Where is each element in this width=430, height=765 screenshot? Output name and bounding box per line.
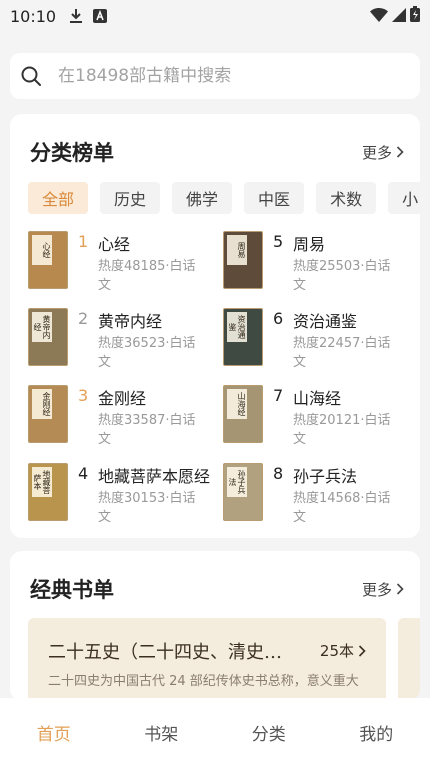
cover-label: 山海经 [227, 389, 247, 419]
book-cover: 孙子兵法 [223, 463, 263, 521]
cover-label: 周易 [227, 235, 247, 265]
book-cover: 周易 [223, 231, 263, 289]
book-cover: 山海经 [223, 385, 263, 443]
chip-tcm[interactable]: 中医 [244, 182, 305, 214]
classic-more-link[interactable]: 更多 [362, 579, 404, 600]
cover-label: 金刚经 [32, 389, 52, 419]
ranking-more-link[interactable]: 更多 [362, 142, 404, 163]
rank-item[interactable]: 资治通鉴 6 资治通鉴 热度22457·白话文 [223, 308, 413, 372]
chip-buddhism[interactable]: 佛学 [172, 182, 233, 214]
classic-more-label: 更多 [361, 580, 392, 599]
tab-profile[interactable]: 我的 [323, 720, 430, 745]
book-cover: 黄帝内经 [28, 308, 68, 366]
rank-number: 5 [273, 232, 284, 251]
booklist-banner-next[interactable] [398, 618, 420, 701]
category-chips: 全部 历史 佛学 中医 术数 小 [28, 182, 420, 214]
status-time: 10:10 [10, 6, 57, 26]
rank-item[interactable]: 山海经 7 山海经 热度20121·白话文 [223, 385, 413, 449]
book-title: 心经 [98, 235, 131, 254]
book-title: 资治通鉴 [293, 312, 358, 331]
ranking-header: 分类榜单 更多 [30, 136, 404, 168]
booklist-count: 25本 [320, 640, 366, 661]
a-badge-icon [92, 8, 108, 24]
chevron-right-icon [358, 644, 366, 657]
book-meta: 热度22457·白话文 [293, 336, 391, 370]
book-cover: 地藏菩萨本 [28, 463, 68, 521]
ranking-card: 分类榜单 更多 全部 历史 佛学 中医 术数 小 心经 1 心经 热度48185… [10, 114, 420, 538]
rank-number: 1 [78, 232, 89, 251]
book-title: 周易 [293, 235, 326, 254]
booklist-count-label: 25本 [319, 642, 354, 660]
tab-category[interactable]: 分类 [215, 720, 323, 745]
rank-number: 2 [78, 309, 89, 328]
rank-number: 6 [273, 309, 284, 328]
cover-label: 孙子兵法 [227, 467, 247, 497]
book-meta: 热度48185·白话文 [98, 259, 196, 293]
rank-item[interactable]: 金刚经 3 金刚经 热度33587·白话文 [28, 385, 218, 449]
rank-item[interactable]: 周易 5 周易 热度25503·白话文 [223, 231, 413, 295]
rank-item[interactable]: 地藏菩萨本 4 地藏菩萨本愿经 热度30153·白话文 [28, 463, 218, 527]
rank-item[interactable]: 孙子兵法 8 孙子兵法 热度14568·白话文 [223, 463, 413, 527]
battery-icon [410, 6, 420, 26]
booklist-banner[interactable]: 二十五史（二十四史、清史稿） 25本 二十四史为中国古代 24 部纪传体史书总称… [28, 618, 386, 701]
book-cover: 心经 [28, 231, 68, 289]
status-bar: 10:10 [0, 0, 430, 32]
signal-icon [392, 7, 406, 26]
cover-label: 资治通鉴 [227, 312, 247, 342]
rank-item[interactable]: 黄帝内经 2 黄帝内经 热度36523·白话文 [28, 308, 218, 372]
chip-history[interactable]: 历史 [100, 182, 161, 214]
book-title: 金刚经 [98, 389, 147, 408]
chip-more[interactable]: 小 [388, 182, 420, 214]
chip-all[interactable]: 全部 [28, 182, 89, 214]
cover-label: 心经 [32, 235, 52, 265]
tab-bookshelf[interactable]: 书架 [108, 720, 216, 745]
search-input[interactable] [58, 66, 398, 86]
tab-home[interactable]: 首页 [0, 720, 108, 745]
book-cover: 资治通鉴 [223, 308, 263, 366]
book-title: 地藏菩萨本愿经 [98, 467, 211, 486]
book-meta: 热度20121·白话文 [293, 413, 391, 447]
cover-label: 黄帝内经 [32, 312, 52, 342]
download-icon [68, 8, 84, 24]
rank-number: 3 [78, 386, 89, 405]
rank-item[interactable]: 心经 1 心经 热度48185·白话文 [28, 231, 218, 295]
book-title: 孙子兵法 [293, 467, 358, 486]
classic-header: 经典书单 更多 [30, 573, 404, 605]
chevron-right-icon [396, 146, 404, 158]
rank-number: 4 [78, 464, 89, 483]
book-meta: 热度36523·白话文 [98, 336, 196, 370]
search-icon [20, 65, 42, 87]
search-bar[interactable] [10, 53, 420, 99]
ranking-title: 分类榜单 [30, 140, 114, 165]
chevron-right-icon [396, 583, 404, 595]
book-meta: 热度14568·白话文 [293, 491, 391, 525]
rank-number: 8 [273, 464, 284, 483]
booklist-name: 二十五史（二十四史、清史稿） [48, 642, 293, 663]
ranking-more-label: 更多 [361, 143, 392, 162]
classic-title: 经典书单 [30, 577, 114, 602]
rank-number: 7 [273, 386, 284, 405]
book-meta: 热度33587·白话文 [98, 413, 196, 447]
cover-label: 地藏菩萨本 [32, 467, 52, 497]
bottom-tab-bar: 首页 书架 分类 我的 [0, 698, 430, 765]
book-title: 黄帝内经 [98, 312, 163, 331]
wifi-icon [370, 7, 388, 26]
book-meta: 热度30153·白话文 [98, 491, 196, 525]
book-title: 山海经 [293, 389, 342, 408]
book-cover: 金刚经 [28, 385, 68, 443]
book-meta: 热度25503·白话文 [293, 259, 391, 293]
chip-divination[interactable]: 术数 [316, 182, 377, 214]
classic-card: 经典书单 更多 二十五史（二十四史、清史稿） 25本 二十四史为中国古代 24 … [10, 551, 420, 701]
booklist-desc: 二十四史为中国古代 24 部纪传体史书总称，意义重大 [48, 674, 359, 689]
